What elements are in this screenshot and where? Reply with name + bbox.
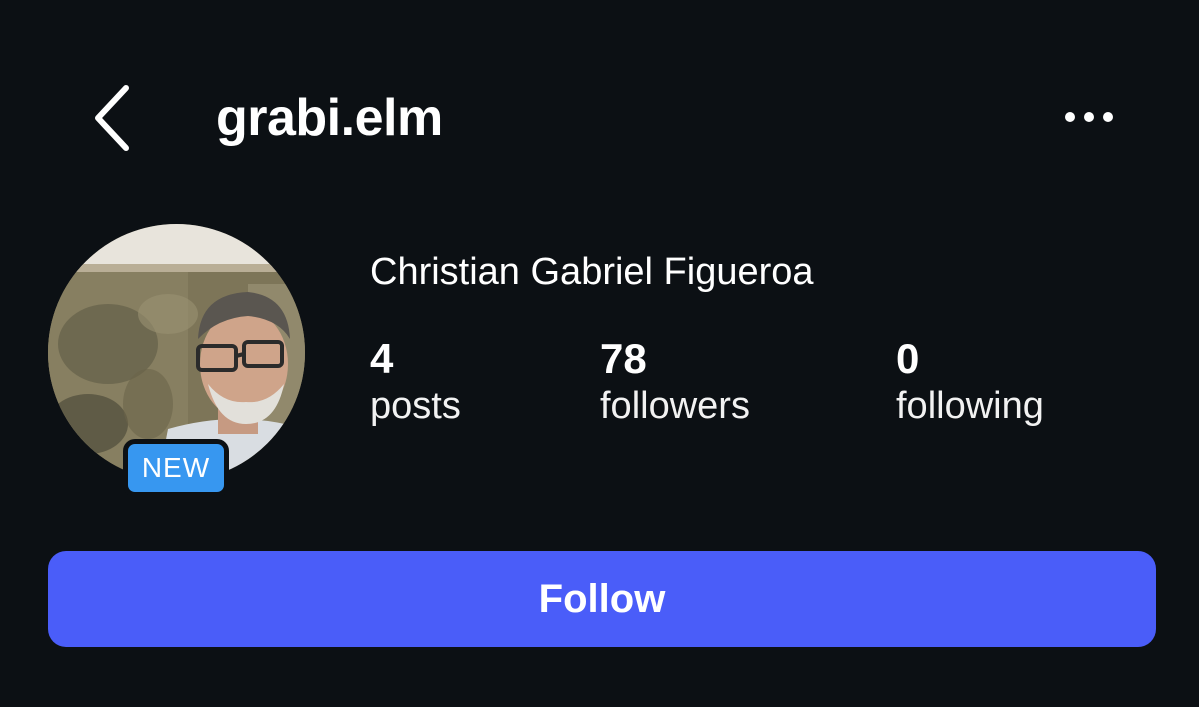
posts-label: posts <box>370 385 461 427</box>
profile-section: NEW Christian Gabriel Figueroa 4 posts 7… <box>0 220 1199 520</box>
posts-stat[interactable]: 4 posts <box>370 336 461 430</box>
profile-header: grabi.elm <box>0 0 1199 220</box>
new-badge: NEW <box>123 439 229 497</box>
follow-button[interactable]: Follow <box>48 551 1156 647</box>
following-count: 0 <box>896 335 920 382</box>
chevron-left-icon[interactable] <box>88 82 136 154</box>
following-label: following <box>896 385 1044 427</box>
profile-full-name: Christian Gabriel Figueroa <box>370 251 814 293</box>
more-options-icon[interactable] <box>1060 102 1120 132</box>
username-title: grabi.elm <box>216 89 443 147</box>
followers-stat[interactable]: 78 followers <box>600 336 750 430</box>
following-stat[interactable]: 0 following <box>896 336 1044 430</box>
posts-count: 4 <box>370 335 394 382</box>
followers-label: followers <box>600 385 750 427</box>
followers-count: 78 <box>600 335 647 382</box>
